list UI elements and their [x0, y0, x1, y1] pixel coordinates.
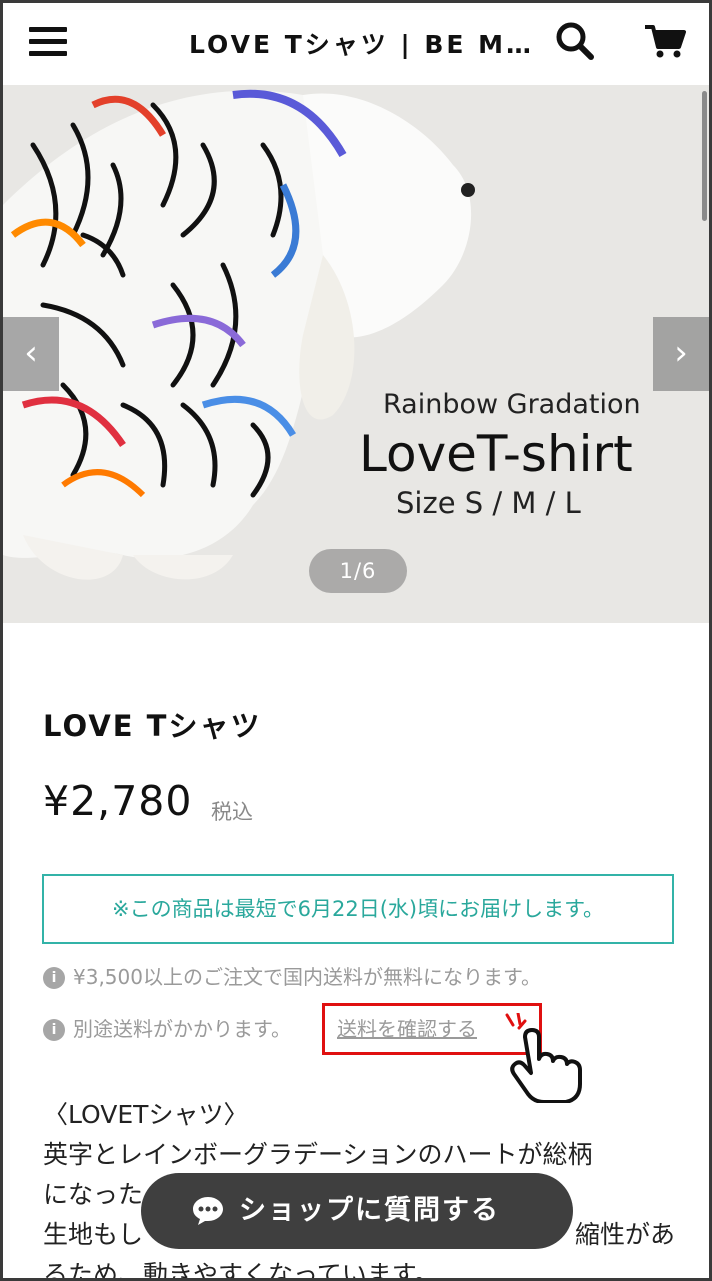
shipping-note-text: 別途送料がかかります。 [73, 1017, 291, 1041]
description-line: 生地もし [43, 1220, 144, 1249]
free-shipping-text: ¥3,500以上のご注文で国内送料が無料になります。 [73, 965, 541, 989]
image-caption-line1: Rainbow Gradation [383, 389, 641, 420]
shipping-note: i 別途送料がかかります。 [43, 1013, 291, 1042]
search-icon[interactable] [553, 19, 597, 63]
header: LOVE Tシャツ | BE M… [3, 3, 709, 85]
free-shipping-note: i ¥3,500以上のご注文で国内送料が無料になります。 [43, 961, 541, 990]
carousel-prev-button[interactable]: ‹ [3, 317, 59, 391]
description-line: るため、動きやすくなっています。 [43, 1260, 440, 1281]
product-photo: Rainbow Gradation LoveT-shirt Size S / M… [3, 85, 709, 623]
tax-label: 税込 [211, 800, 253, 824]
carousel-counter: 1/6 [309, 549, 407, 593]
chevron-left-icon: ‹ [24, 333, 38, 373]
description-heading: 〈LOVETシャツ〉 [43, 1100, 249, 1129]
pointing-hand-icon [505, 1013, 582, 1103]
carousel-next-button[interactable]: › [653, 317, 709, 391]
info-icon: i [43, 967, 65, 989]
delivery-notice: ※この商品は最短で6月22日(水)頃にお届けします。 [42, 874, 674, 944]
hamburger-menu-icon[interactable] [29, 25, 67, 57]
phone-frame: LOVE Tシャツ | BE M… Rainbow Gradation Love… [0, 0, 712, 1281]
description-line-tail: 縮性があ [575, 1220, 676, 1249]
scrollbar[interactable] [702, 91, 707, 221]
product-image-carousel[interactable]: Rainbow Gradation LoveT-shirt Size S / M… [3, 85, 709, 623]
shopping-cart-icon[interactable] [643, 19, 687, 63]
image-caption-line2: LoveT-shirt [359, 425, 633, 483]
product-price: ¥2,780 [43, 777, 193, 825]
chat-bubble-icon [193, 1197, 223, 1225]
product-title: LOVE Tシャツ [43, 709, 262, 743]
image-caption-line3: Size S / M / L [396, 486, 581, 520]
chevron-right-icon: › [674, 333, 688, 373]
info-icon: i [43, 1019, 65, 1041]
description-line: 英字とレインボーグラデーションのハートが総柄 [43, 1140, 593, 1169]
page-title: LOVE Tシャツ | BE M… [189, 30, 529, 59]
ask-shop-button[interactable]: ショップに質問する [141, 1173, 573, 1249]
ask-shop-label: ショップに質問する [239, 1195, 500, 1226]
